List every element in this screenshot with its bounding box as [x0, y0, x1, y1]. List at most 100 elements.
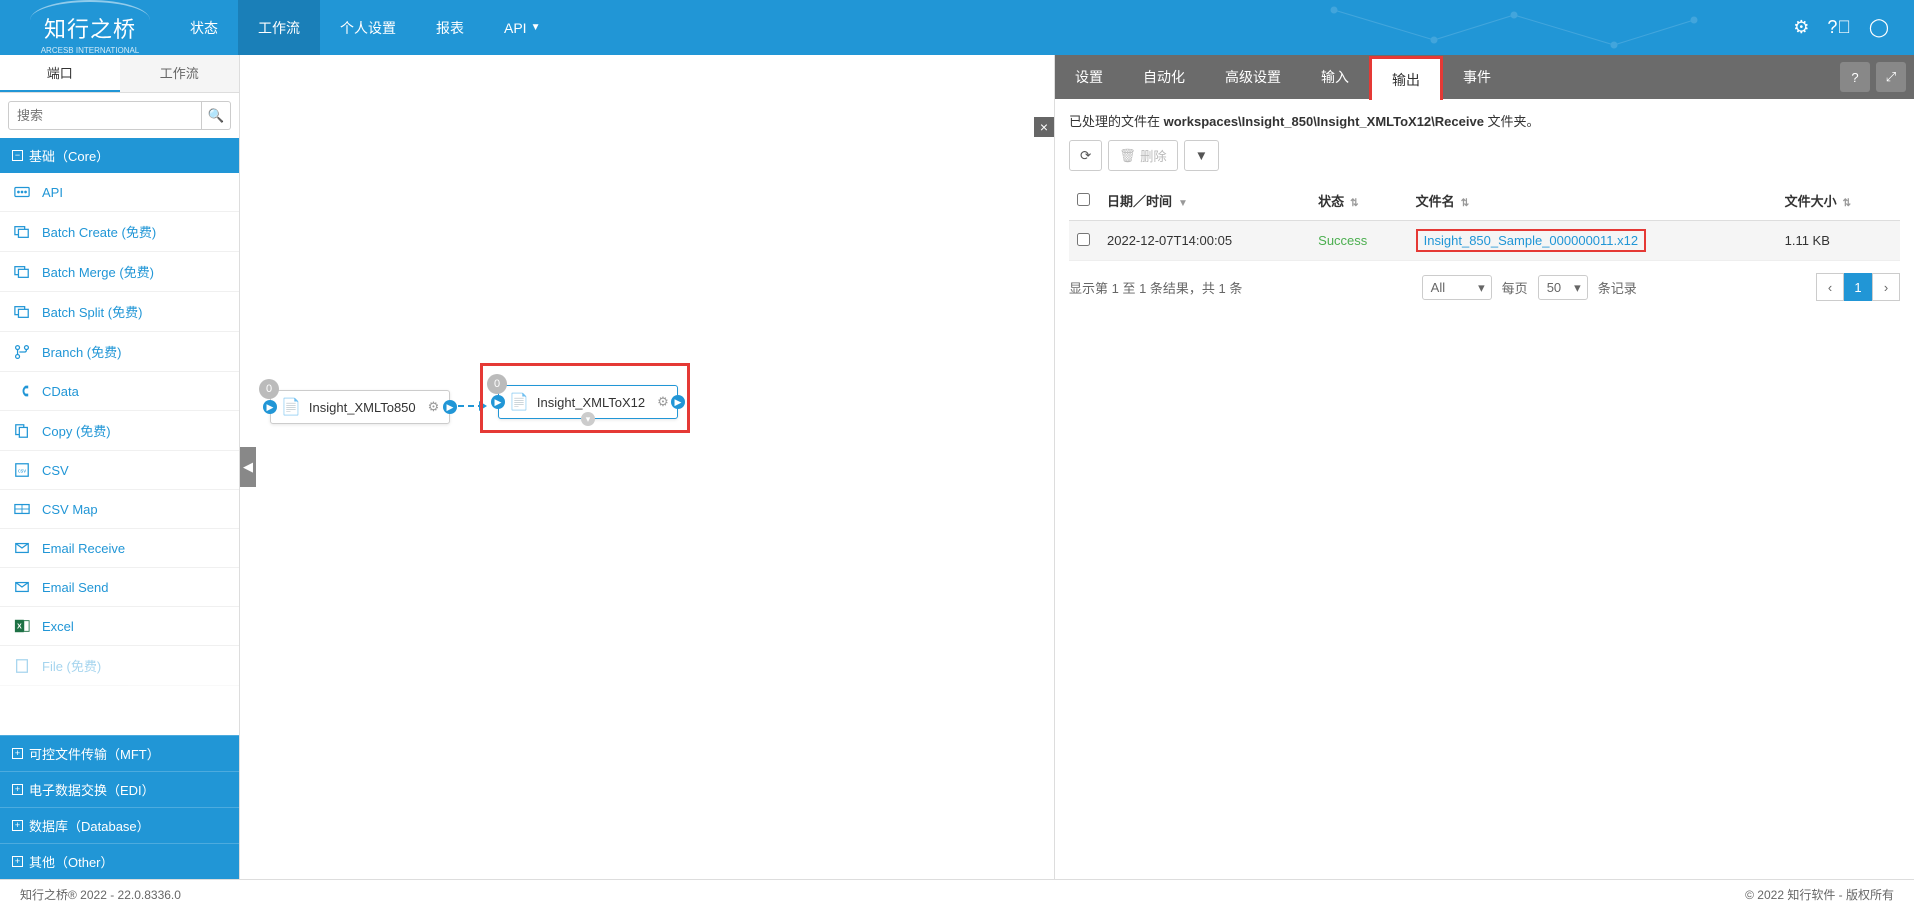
sidebar-tab-ports[interactable]: 端口 [0, 55, 120, 92]
help-icon[interactable]: ?⃝ [1827, 17, 1851, 38]
sidebar-item-branch[interactable]: Branch (免费) [0, 332, 239, 372]
nav-status[interactable]: 状态 [170, 0, 238, 55]
port-out-icon[interactable]: ▶ [671, 395, 685, 409]
sort-icon: ▼ [1178, 198, 1188, 209]
port-in-icon[interactable]: ▶ [491, 395, 505, 409]
section-core[interactable]: −基础（Core） [0, 138, 239, 173]
sidebar-tab-workflow[interactable]: 工作流 [120, 55, 240, 92]
pager-next[interactable]: › [1872, 273, 1900, 301]
canvas[interactable]: × 0 ▶ 📄 Insight_XMLTo850 ⚙ ▶ 0 ▶ 📄 Insig… [240, 55, 1054, 879]
gear-icon[interactable]: ⚙ [1793, 17, 1809, 38]
table-row[interactable]: 2022-12-07T14:00:05 Success Insight_850_… [1069, 221, 1900, 261]
cell-datetime: 2022-12-07T14:00:05 [1099, 221, 1310, 261]
select-all-checkbox[interactable] [1077, 193, 1090, 206]
col-filename[interactable]: 文件名⇅ [1408, 181, 1777, 221]
section-mft[interactable]: +可控文件传输（MFT） [0, 735, 239, 771]
files-table: 日期／时间▼ 状态⇅ 文件名⇅ 文件大小⇅ 2022-12-07T14:00:0… [1069, 181, 1900, 261]
gear-icon[interactable]: ⚙ [428, 399, 440, 415]
cdata-icon [12, 382, 32, 400]
search-button[interactable]: 🔍 [202, 101, 231, 130]
search-input[interactable] [8, 101, 202, 130]
sidebar-item-email-send[interactable]: Email Send [0, 568, 239, 607]
detail-body: 已处理的文件在 workspaces\Insight_850\Insight_X… [1055, 99, 1914, 879]
col-size[interactable]: 文件大小⇅ [1777, 181, 1900, 221]
node-xmlto850[interactable]: 0 ▶ 📄 Insight_XMLTo850 ⚙ ▶ [270, 390, 450, 424]
sidebar-item-api[interactable]: API [0, 173, 239, 212]
section-other[interactable]: +其他（Other） [0, 843, 239, 879]
dtab-events[interactable]: 事件 [1443, 55, 1511, 99]
nav-report[interactable]: 报表 [416, 0, 484, 55]
node-badge: 0 [487, 374, 507, 394]
path-line: 已处理的文件在 workspaces\Insight_850\Insight_X… [1069, 111, 1900, 130]
api-icon [12, 183, 32, 201]
dtab-automation[interactable]: 自动化 [1123, 55, 1205, 99]
sidebar-item-batch-create[interactable]: Batch Create (免费) [0, 212, 239, 252]
nav-workflow[interactable]: 工作流 [238, 0, 320, 55]
dtab-input[interactable]: 输入 [1301, 55, 1369, 99]
nav-personal[interactable]: 个人设置 [320, 0, 416, 55]
port-bottom-icon[interactable]: ▾ [581, 412, 595, 426]
sidebar-item-csv-map[interactable]: CSV Map [0, 490, 239, 529]
port-out-icon[interactable]: ▶ [443, 400, 457, 414]
footer: 知行之桥® 2022 - 22.0.8336.0 © 2022 知行软件 - 版… [0, 879, 1914, 909]
user-icon[interactable]: ◯ [1869, 17, 1889, 38]
canvas-wrap: ◀ × 0 ▶ 📄 Insight_XMLTo850 ⚙ ▶ 0 ▶ 📄 Ins [240, 55, 1914, 879]
popout-button[interactable]: ⤢ [1876, 62, 1906, 92]
sort-icon: ⇅ [1461, 198, 1469, 209]
svg-text:X: X [17, 623, 22, 631]
dtab-settings[interactable]: 设置 [1055, 55, 1123, 99]
batch-split-icon [12, 303, 32, 321]
network-decoration [1314, 0, 1714, 55]
refresh-button[interactable]: ⟳ [1069, 140, 1102, 171]
brand-name: 知行之桥 [44, 12, 136, 44]
canvas-close[interactable]: × [1034, 117, 1054, 137]
filter-select[interactable]: All [1422, 275, 1492, 300]
help-button[interactable]: ? [1840, 62, 1870, 92]
port-in-icon[interactable]: ▶ [263, 400, 277, 414]
sidebar-item-copy[interactable]: Copy (免费) [0, 411, 239, 451]
file-link[interactable]: Insight_850_Sample_000000011.x12 [1416, 229, 1646, 252]
sidebar-item-file[interactable]: File (免费) [0, 646, 239, 686]
nav-api[interactable]: API▼ [484, 0, 560, 55]
sidebar-item-cdata[interactable]: CData [0, 372, 239, 411]
email-receive-icon [12, 539, 32, 557]
sidebar-item-excel[interactable]: XExcel [0, 607, 239, 646]
dtab-advanced[interactable]: 高级设置 [1205, 55, 1301, 99]
section-edi[interactable]: +电子数据交换（EDI） [0, 771, 239, 807]
records-label: 条记录 [1598, 278, 1637, 297]
dtab-output[interactable]: 输出 [1369, 56, 1443, 100]
sidebar-item-csv[interactable]: csvCSV [0, 451, 239, 490]
sidebar-item-batch-split[interactable]: Batch Split (免费) [0, 292, 239, 332]
node-xmltox12[interactable]: 0 ▶ 📄 Insight_XMLToX12 ⚙ ▶ ▾ [498, 385, 678, 419]
delete-button[interactable]: 🗑删除 [1108, 140, 1178, 171]
cell-size: 1.11 KB [1777, 221, 1900, 261]
sidebar-collapse[interactable]: ◀ [240, 447, 256, 487]
expand-icon: + [12, 748, 23, 759]
perpage-select[interactable]: 50 [1538, 275, 1588, 300]
pager-prev[interactable]: ‹ [1816, 273, 1844, 301]
col-datetime[interactable]: 日期／时间▼ [1099, 181, 1310, 221]
dtab-right: ? ⤢ [1840, 62, 1914, 92]
main: 端口 工作流 🔍 −基础（Core） API Batch Create (免费)… [0, 55, 1914, 879]
email-send-icon [12, 578, 32, 596]
col-status[interactable]: 状态⇅ [1310, 181, 1408, 221]
csv-icon: csv [12, 461, 32, 479]
file-icon [12, 657, 32, 675]
pager-page[interactable]: 1 [1844, 273, 1872, 301]
node-label: Insight_XMLTo850 [309, 400, 416, 415]
more-button[interactable]: ▼ [1184, 140, 1219, 171]
batch-merge-icon [12, 263, 32, 281]
section-db[interactable]: +数据库（Database） [0, 807, 239, 843]
sidebar-item-email-receive[interactable]: Email Receive [0, 529, 239, 568]
popout-icon: ⤢ [1886, 69, 1896, 85]
node-badge: 0 [259, 379, 279, 399]
excel-icon: X [12, 617, 32, 635]
sidebar-item-batch-merge[interactable]: Batch Merge (免费) [0, 252, 239, 292]
details-panel: 设置 自动化 高级设置 输入 输出 事件 ? ⤢ 已处理的文件在 workspa… [1054, 55, 1914, 879]
csv-map-icon [12, 500, 32, 518]
sort-icon: ⇅ [1843, 198, 1851, 209]
top-nav: 知行之桥 ARCESB INTERNATIONAL 状态 工作流 个人设置 报表… [0, 0, 1914, 55]
gear-icon[interactable]: ⚙ [657, 394, 669, 410]
sidebar-search: 🔍 [0, 93, 239, 138]
row-checkbox[interactable] [1077, 233, 1090, 246]
